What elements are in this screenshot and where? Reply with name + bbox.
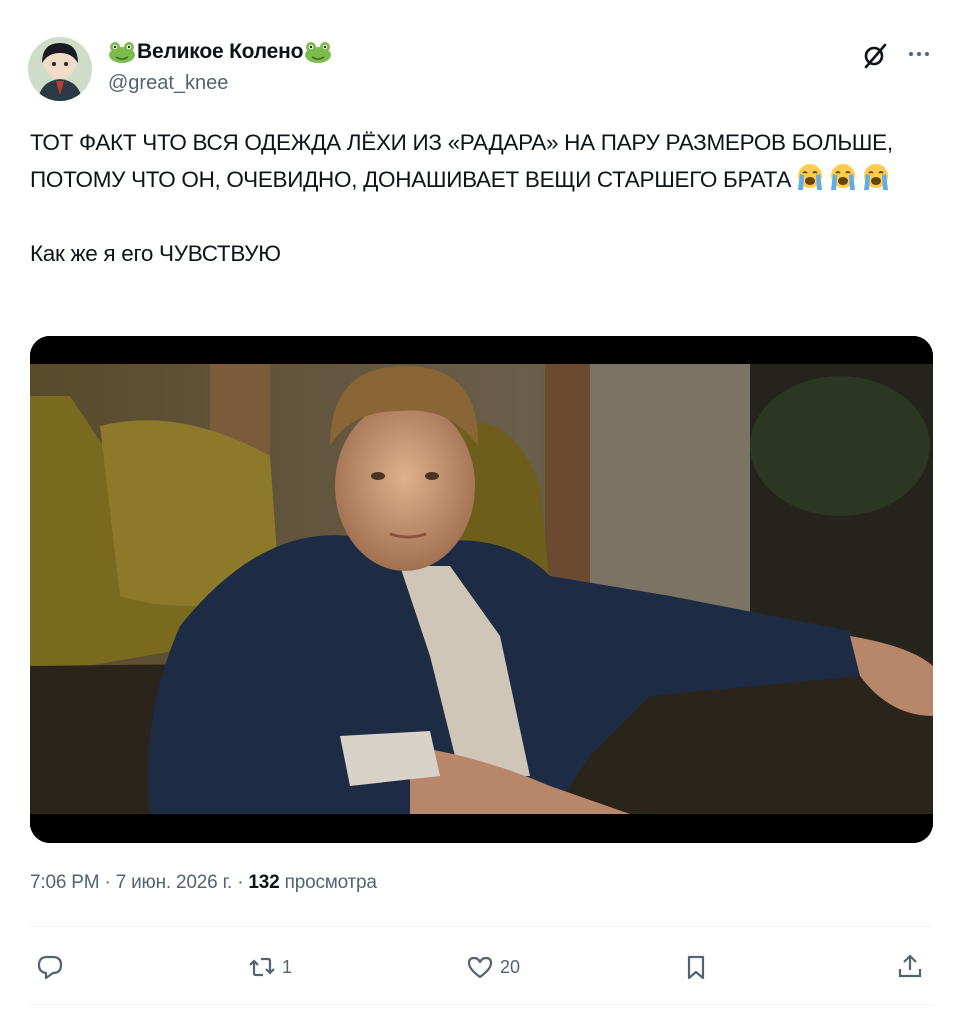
emoji-group [795,162,891,192]
frog-emoji-icon [305,42,332,63]
loudly-crying-face-icon [864,164,889,190]
views-label: просмотра [284,872,377,893]
meta-separator: · [104,872,111,893]
reply-button[interactable] [36,944,70,990]
bookmark-icon [687,955,705,980]
tweet-text-line1: ТОТ ФАКТ ЧТО ВСЯ ОДЕЖДА ЛЁХИ ИЗ «РАДАРА»… [30,124,930,198]
repost-button[interactable]: 1 [248,944,292,990]
divider [30,926,933,927]
tweet-time[interactable]: 7:06 PM [30,872,100,893]
author-name-row[interactable]: Великое Колено [108,38,332,66]
loudly-crying-face-icon [831,164,856,190]
grok-icon[interactable] [860,40,890,70]
tweet-media[interactable] [30,336,933,843]
author-handle[interactable]: @great_knee [108,72,228,95]
tweet-date[interactable]: 7 июн. 2026 г. [116,872,233,893]
bookmark-button[interactable] [682,944,710,990]
like-count: 20 [500,956,521,977]
views-count: 132 [248,872,280,893]
like-button[interactable]: 20 [466,944,520,990]
more-icon[interactable] [904,42,934,66]
tweet-meta: 7:06 PM · 7 июн. 2026 г. · 132 просмотра [30,872,377,894]
share-button[interactable] [896,944,924,990]
divider [30,1004,933,1005]
action-bar: 1 20 [30,944,933,992]
share-icon [898,954,922,978]
tweet: Великое Колено @great_knee ТОТ ФАКТ ЧТО … [0,0,968,1012]
avatar[interactable] [28,37,92,101]
loudly-crying-face-icon [798,164,823,190]
tweet-text-main: ТОТ ФАКТ ЧТО ВСЯ ОДЕЖДА ЛЁХИ ИЗ «РАДАРА»… [30,130,893,192]
repost-count: 1 [282,956,293,977]
meta-separator: · [237,872,244,893]
repost-icon [249,957,275,977]
tweet-text-line2: Как же я его ЧУВСТВУЮ [30,241,281,266]
reply-icon [37,955,63,980]
tweet-text: ТОТ ФАКТ ЧТО ВСЯ ОДЕЖДА ЛЁХИ ИЗ «РАДАРА»… [30,124,930,272]
frog-emoji-icon [109,42,135,63]
author-display-name: Великое Колено [137,40,304,63]
heart-icon [467,956,493,979]
